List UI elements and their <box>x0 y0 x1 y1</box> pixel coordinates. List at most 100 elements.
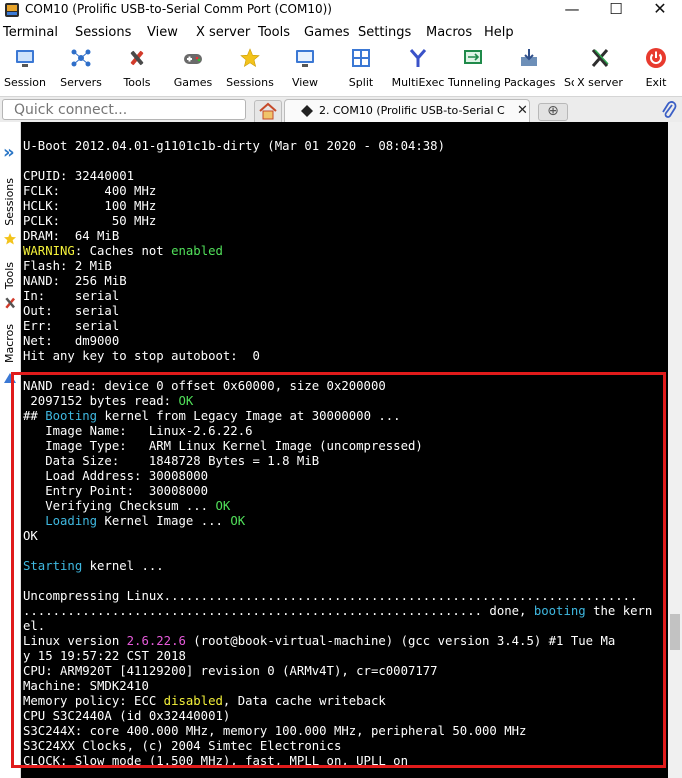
terminal-text-segment: (root@book-virtual-machine) (gcc version… <box>185 634 616 648</box>
minimize-button[interactable]: — <box>552 0 592 20</box>
packages-icon <box>521 49 537 66</box>
terminal-line: Verifying Checksum ... OK <box>23 499 230 513</box>
mobaxterm-logo-icon <box>5 3 19 17</box>
terminal-text-segment: el. <box>23 619 46 633</box>
view-label: View <box>291 76 319 89</box>
games-label: Games <box>173 76 213 89</box>
terminal-text-segment: the kern <box>585 604 653 618</box>
terminal-text-segment: CPU: ARM920T [41129200] revision 0 (ARMv… <box>23 664 438 678</box>
terminal-text-segment: FCLK: 400 MHz <box>23 184 157 198</box>
terminal-line: Data Size: 1848728 Bytes = 1.8 MiB <box>23 454 319 468</box>
split-button[interactable]: Split <box>338 42 384 94</box>
sidebar-tab-macros[interactable]: Macros <box>3 324 17 363</box>
terminal-text-segment: 2097152 bytes read: <box>23 394 179 408</box>
terminal-line: 2097152 bytes read: OK <box>23 394 193 408</box>
menu-help[interactable]: Help <box>484 25 514 40</box>
terminal-text-segment: PCLK: 50 MHz <box>23 214 157 228</box>
servers-button[interactable]: Servers <box>56 42 106 94</box>
terminal-line: In: serial <box>23 289 119 303</box>
menu-settings[interactable]: Settings <box>358 25 411 40</box>
sessions-button[interactable]: Sessions <box>224 42 276 94</box>
paperclip-icon[interactable] <box>660 100 678 120</box>
terminal-line: Load Address: 30008000 <box>23 469 208 483</box>
terminal-line: Image Type: ARM Linux Kernel Image (unco… <box>23 439 423 453</box>
tab-title: 2. COM10 (Prolific USB-to-Serial C <box>319 104 505 117</box>
packages-label: Packages <box>504 76 556 89</box>
servers-label: Servers <box>60 76 102 89</box>
x-server-icon <box>591 49 609 67</box>
close-window-button[interactable]: ✕ <box>640 0 680 20</box>
collapse-sidebar-icon[interactable]: » <box>3 144 15 162</box>
terminal-line: CPU: ARM920T [41129200] revision 0 (ARMv… <box>23 664 438 678</box>
terminal-line: OK <box>23 529 38 543</box>
sidebar-tab-sessions[interactable]: Sessions <box>3 178 17 226</box>
new-tab-button[interactable]: ⊕ <box>538 103 568 121</box>
packages-button[interactable]: Packages <box>504 42 556 94</box>
terminal-line: Entry Point: 30008000 <box>23 484 208 498</box>
view-button[interactable]: View <box>282 42 328 94</box>
menu-tools[interactable]: Tools <box>258 25 290 40</box>
scrollbar-thumb[interactable] <box>670 614 680 650</box>
terminal-highlight: OK <box>178 394 194 408</box>
tab-com10[interactable]: 2. COM10 (Prolific USB-to-Serial C ✕ <box>284 99 530 123</box>
menu-games[interactable]: Games <box>304 25 349 40</box>
session-icon <box>16 50 34 67</box>
terminal-text-segment: Linux version <box>23 634 127 648</box>
terminal-line: Flash: 2 MiB <box>23 259 112 273</box>
terminal-line: Starting kernel ... <box>23 559 164 573</box>
x-server-label: X server <box>577 76 623 89</box>
home-icon <box>259 102 277 120</box>
tunneling-button[interactable]: Tunneling <box>448 42 501 94</box>
terminal-text-segment: Data Size: 1848728 Bytes = 1.8 MiB <box>23 454 320 468</box>
terminal-output[interactable]: U-Boot 2012.04.01-g1101c1b-dirty (Mar 01… <box>21 122 668 778</box>
menu-view[interactable]: View <box>147 25 178 40</box>
menu-bar: Terminal Sessions View X server Tools Ga… <box>0 22 682 42</box>
tab-bar: 2. COM10 (Prolific USB-to-Serial C ✕ ⊕ <box>0 96 682 123</box>
terminal-text-segment: Image Type: ARM Linux Kernel Image (unco… <box>23 439 423 453</box>
toolbar: Session Servers Tools Games Sessions Vie… <box>0 42 682 94</box>
vertical-scrollbar[interactable] <box>668 122 682 778</box>
terminal-line: Linux version 2.6.22.6 (root@book-virtua… <box>23 634 615 648</box>
terminal-text-segment: Out: serial <box>23 304 120 318</box>
maximize-button[interactable]: ☐ <box>596 0 636 20</box>
title-bar: COM10 (Prolific USB-to-Serial Comm Port … <box>0 0 682 20</box>
terminal-text-segment: Entry Point: 30008000 <box>23 484 209 498</box>
terminal-line: U-Boot 2012.04.01-g1101c1b-dirty (Mar 01… <box>23 139 445 153</box>
multiexec-icon <box>409 49 427 67</box>
terminal-text-segment: NAND read: device 0 offset 0x60000, size… <box>23 379 386 393</box>
terminal-text-segment: Uncompressing Linux.....................… <box>23 589 638 603</box>
terminal-line: el. <box>23 619 45 633</box>
side-panel: » Sessions Tools Macros <box>0 122 21 778</box>
tab-close-icon[interactable]: ✕ <box>517 103 528 118</box>
view-icon <box>296 50 314 67</box>
menu-x-server[interactable]: X server <box>196 25 250 40</box>
terminal-line: NAND read: device 0 offset 0x60000, size… <box>23 379 386 393</box>
menu-sessions[interactable]: Sessions <box>75 25 131 40</box>
terminal-text-segment: kernel ... <box>82 559 164 573</box>
settings-label: Sc <box>564 76 574 89</box>
split-label: Split <box>348 76 374 89</box>
tunneling-label: Tunneling <box>448 76 501 89</box>
terminal-line: Loading Kernel Image ... OK <box>23 514 245 528</box>
home-tab[interactable] <box>254 100 282 122</box>
terminal-text-segment: Net: dm9000 <box>23 334 120 348</box>
terminal-highlight: OK <box>215 499 231 513</box>
terminal-text-segment: Memory policy: ECC <box>23 694 164 708</box>
tools-button[interactable]: Tools <box>112 42 162 94</box>
terminal-text-segment: OK <box>23 529 38 543</box>
multiexec-button[interactable]: MultiExec <box>390 42 446 94</box>
quick-connect-input[interactable] <box>14 100 244 119</box>
settings-button[interactable]: Sc <box>558 42 574 94</box>
terminal-text-segment: Err: serial <box>23 319 120 333</box>
terminal-text-segment: CPU S3C2440A (id 0x32440001) <box>23 709 231 723</box>
menu-macros[interactable]: Macros <box>426 25 472 40</box>
exit-button[interactable]: Exit <box>634 42 678 94</box>
terminal-text-segment: ## <box>23 409 46 423</box>
tunneling-icon <box>464 50 482 64</box>
session-button[interactable]: Session <box>0 42 50 94</box>
menu-terminal[interactable]: Terminal <box>3 25 58 40</box>
x-server-button[interactable]: X server <box>576 42 624 94</box>
terminal-text-segment: Verifying Checksum ... <box>23 499 216 513</box>
games-button[interactable]: Games <box>168 42 218 94</box>
sidebar-tab-tools[interactable]: Tools <box>3 262 17 289</box>
